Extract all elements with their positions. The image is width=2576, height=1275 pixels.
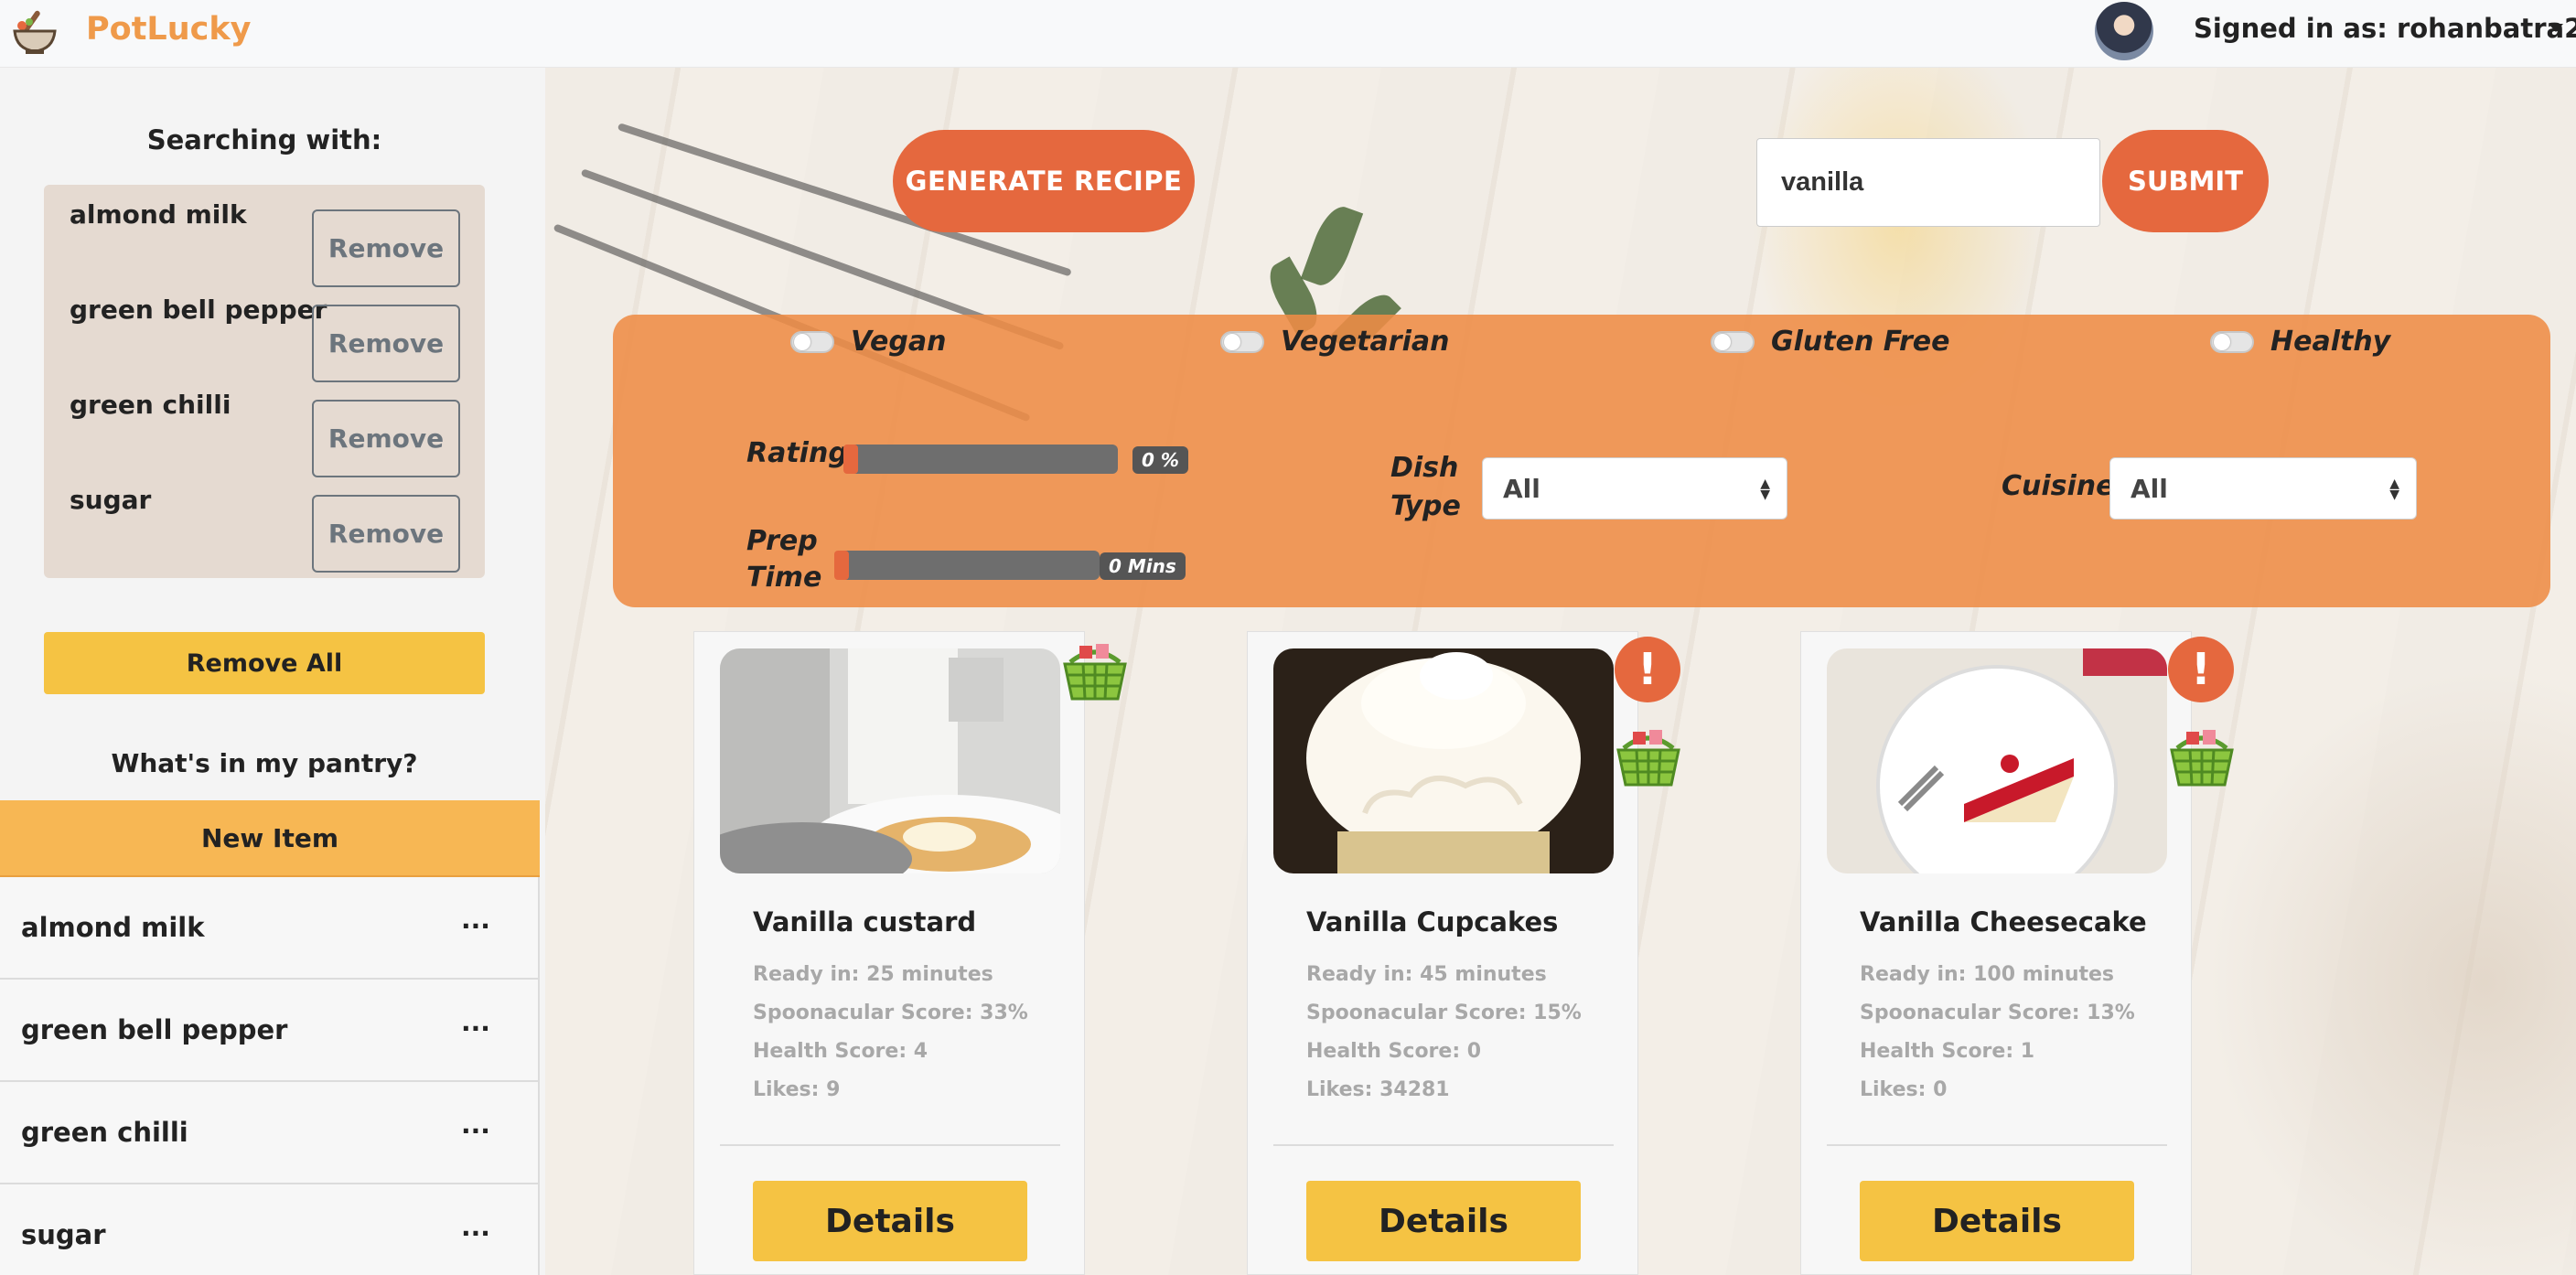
vegetarian-toggle[interactable] [1220, 331, 1264, 353]
cuisine-select[interactable]: All ▲ ▼ [2109, 457, 2417, 520]
card-divider [720, 1144, 1060, 1146]
rating-label: Rating [746, 437, 848, 469]
recipe-health-score: Health Score: 0 [1306, 1040, 1482, 1063]
ingredient-name: almond milk [70, 199, 247, 230]
exclamation-icon[interactable]: ! [2168, 637, 2234, 702]
chevron-down-icon[interactable] [2549, 24, 2563, 32]
navbar: PotLucky Signed in as: rohanbatra24 [0, 0, 2576, 68]
rating-slider-thumb[interactable] [843, 445, 858, 474]
gluten-free-label: Gluten Free [1771, 326, 1950, 358]
search-ingredient-row: green chilli Remove [44, 375, 485, 477]
ingredient-name: green bell pepper [70, 295, 327, 325]
vegetarian-label: Vegetarian [1281, 326, 1450, 358]
search-ingredients-list: almond milk Remove green bell pepper Rem… [44, 185, 485, 578]
pantry-item: green chilli ... [0, 1082, 540, 1184]
healthy-label: Healthy [2270, 326, 2391, 358]
filter-panel: Vegan Vegetarian Gluten Free Healthy Rat… [613, 315, 2550, 607]
select-arrows-icon: ▲ ▼ [2389, 477, 2399, 502]
rating-value-badge: 0 % [1132, 446, 1188, 474]
remove-button[interactable]: Remove [312, 305, 460, 382]
recipe-image[interactable] [1273, 648, 1614, 873]
dish-type-label-line2: Type [1390, 490, 1461, 522]
remove-button[interactable]: Remove [312, 400, 460, 477]
basket-icon[interactable] [1615, 724, 1682, 788]
prep-time-label-line2: Time [746, 562, 822, 594]
remove-button[interactable]: Remove [312, 209, 460, 287]
card-divider [1827, 1144, 2167, 1146]
basket-icon[interactable] [2168, 724, 2236, 788]
more-options-button[interactable]: ... [439, 1007, 512, 1053]
ingredient-name: sugar [70, 485, 152, 515]
dish-type-select[interactable]: All ▲ ▼ [1482, 457, 1787, 520]
dish-type-value: All [1503, 473, 1540, 504]
pantry-item-name: green chilli [21, 1117, 188, 1148]
select-arrows-icon: ▲ ▼ [1760, 477, 1770, 502]
basket-icon[interactable] [1061, 638, 1129, 702]
details-button[interactable]: Details [753, 1181, 1027, 1261]
recipe-ready-time: Ready in: 45 minutes [1306, 963, 1547, 986]
leaf-decoration [1300, 200, 1364, 292]
pantry-item-name: sugar [21, 1219, 106, 1250]
sidebar: Searching with: almond milk Remove green… [0, 68, 545, 1275]
recipe-ready-time: Ready in: 25 minutes [753, 963, 993, 986]
rating-slider[interactable] [843, 445, 1118, 474]
user-menu-toggle[interactable]: Signed in as: rohanbatra24 [2194, 13, 2576, 44]
ingredient-name: green chilli [70, 390, 231, 420]
recipe-title: Vanilla Cheesecake [1860, 906, 2147, 938]
dish-type-label-line1: Dish [1390, 452, 1459, 484]
exclamation-icon[interactable]: ! [1615, 637, 1680, 702]
recipe-title: Vanilla custard [753, 906, 977, 938]
prep-time-value-badge: 0 Mins [1100, 552, 1186, 580]
healthy-toggle[interactable] [2210, 331, 2254, 353]
recipe-card: Vanilla Cheesecake Ready in: 100 minutes… [1800, 631, 2192, 1275]
more-options-button[interactable]: ... [439, 1109, 512, 1155]
new-item-button[interactable]: New Item [0, 800, 540, 877]
prep-time-slider-thumb[interactable] [834, 551, 849, 580]
more-options-button[interactable]: ... [439, 905, 512, 950]
search-ingredient-row: almond milk Remove [44, 185, 485, 287]
pantry-item-name: green bell pepper [21, 1014, 288, 1045]
searching-title: Searching with: [146, 124, 382, 155]
recipe-likes: Likes: 34281 [1306, 1078, 1450, 1101]
recipe-spoonacular-score: Spoonacular Score: 33% [753, 1002, 1028, 1024]
card-divider [1273, 1144, 1614, 1146]
pantry-item: sugar ... [0, 1184, 540, 1275]
details-button[interactable]: Details [1306, 1181, 1581, 1261]
recipe-image[interactable] [720, 648, 1060, 873]
brand-name[interactable]: PotLucky [86, 11, 252, 48]
submit-button[interactable]: SUBMIT [2102, 130, 2269, 232]
recipe-spoonacular-score: Spoonacular Score: 13% [1860, 1002, 2135, 1024]
pantry-item-name: almond milk [21, 912, 205, 943]
search-ingredient-row: sugar Remove [44, 470, 485, 573]
recipe-title: Vanilla Cupcakes [1306, 906, 1559, 938]
pantry-item: green bell pepper ... [0, 980, 540, 1082]
avatar[interactable] [2095, 2, 2153, 60]
search-ingredient-row: green bell pepper Remove [44, 280, 485, 382]
prep-time-slider[interactable] [834, 551, 1100, 580]
generate-recipe-button[interactable]: GENERATE RECIPE [893, 130, 1195, 232]
pantry-title: What's in my pantry? [111, 748, 418, 778]
mortar-pestle-icon[interactable] [9, 5, 60, 57]
recipe-health-score: Health Score: 4 [753, 1040, 928, 1063]
remove-button[interactable]: Remove [312, 495, 460, 573]
vegan-label: Vegan [851, 326, 947, 358]
gluten-free-toggle[interactable] [1711, 331, 1755, 353]
recipe-search-input[interactable] [1756, 138, 2100, 227]
recipe-card: Vanilla custard Ready in: 25 minutes Spo… [693, 631, 1085, 1275]
recipe-spoonacular-score: Spoonacular Score: 15% [1306, 1002, 1582, 1024]
remove-all-button[interactable]: Remove All [44, 632, 485, 694]
recipe-health-score: Health Score: 1 [1860, 1040, 2035, 1063]
recipe-likes: Likes: 0 [1860, 1078, 1948, 1101]
details-button[interactable]: Details [1860, 1181, 2134, 1261]
pantry-item: almond milk ... [0, 877, 540, 980]
prep-time-label-line1: Prep [746, 525, 818, 557]
cuisine-value: All [2131, 473, 2168, 504]
recipe-likes: Likes: 9 [753, 1078, 841, 1101]
cuisine-label: Cuisine [2002, 470, 2115, 502]
recipe-card: Vanilla Cupcakes Ready in: 45 minutes Sp… [1247, 631, 1638, 1275]
more-options-button[interactable]: ... [439, 1212, 512, 1258]
recipe-ready-time: Ready in: 100 minutes [1860, 963, 2115, 986]
recipe-image[interactable] [1827, 648, 2167, 873]
vegan-toggle[interactable] [790, 331, 834, 353]
